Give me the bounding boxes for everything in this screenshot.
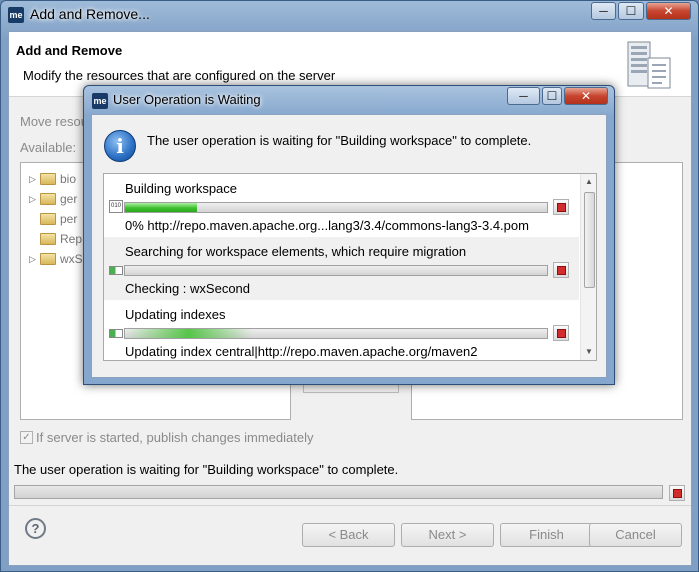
tree-item[interactable]: ▷ ger (29, 190, 77, 208)
progress-icon (109, 329, 123, 338)
dialog-maximize-button[interactable]: ☐ (542, 87, 562, 105)
job-progress-bar (124, 202, 548, 213)
tree-item[interactable]: Rep (29, 230, 82, 248)
job-name: Building workspace (125, 181, 238, 196)
status-message: The user operation is waiting for "Build… (14, 462, 399, 477)
stop-icon (556, 265, 566, 275)
info-icon: i (104, 130, 136, 162)
move-resources-label: Move resou (20, 114, 88, 129)
job-detail: 0% http://repo.maven.apache.org...lang3/… (125, 218, 529, 233)
expand-arrow-icon[interactable]: ▷ (29, 174, 40, 185)
title-bar[interactable]: me Add and Remove... ─ ☐ ✕ (1, 1, 698, 29)
job-row: Searching for workspace elements, which … (104, 237, 579, 300)
tree-item-label: per (60, 212, 78, 226)
tree-item[interactable]: per (29, 210, 77, 228)
job-row: Building workspace 010 0% http://repo.ma… (104, 174, 579, 237)
scroll-down-icon[interactable]: ▼ (581, 344, 596, 360)
tree-item[interactable]: ▷ wxS (29, 250, 83, 268)
dialog-body: i The user operation is waiting for "Bui… (91, 114, 607, 378)
minimize-button[interactable]: ─ (591, 2, 616, 20)
tree-item-label: wxS (60, 252, 83, 266)
cancel-button[interactable]: Cancel (589, 523, 682, 547)
job-stop-button[interactable] (553, 262, 569, 278)
project-folder-icon (40, 233, 56, 245)
stop-icon (556, 202, 566, 212)
main-stop-button[interactable] (669, 485, 685, 501)
job-progress-bar (124, 328, 548, 339)
publish-checkbox-row[interactable]: ✓ If server is started, publish changes … (20, 430, 313, 445)
job-progress-fill (125, 329, 252, 338)
dialog-message: The user operation is waiting for "Build… (147, 133, 532, 148)
project-folder-icon (40, 253, 56, 265)
project-folder-icon (40, 173, 56, 185)
server-icon (627, 41, 671, 89)
progress-icon (109, 266, 123, 275)
stop-icon (556, 328, 566, 338)
expand-arrow-icon[interactable]: ▷ (29, 194, 40, 205)
back-button[interactable]: < Back (302, 523, 395, 547)
available-label: Available: (20, 140, 77, 155)
scroll-up-icon[interactable]: ▲ (581, 174, 596, 190)
tree-item[interactable]: ▷ bio (29, 170, 76, 188)
expand-arrow-icon[interactable]: ▷ (29, 254, 40, 265)
job-name: Updating indexes (125, 307, 226, 322)
project-folder-icon (40, 213, 56, 225)
build-icon: 010 (109, 200, 123, 213)
window-title: Add and Remove... (30, 6, 150, 22)
maximize-button[interactable]: ☐ (618, 2, 644, 20)
tree-item-label: ger (60, 192, 78, 206)
next-button[interactable]: Next > (401, 523, 494, 547)
page-description: Modify the resources that are configured… (23, 68, 336, 83)
main-progress-bar (14, 485, 663, 499)
dialog-close-button[interactable]: ✕ (564, 87, 608, 105)
jobs-list[interactable]: Building workspace 010 0% http://repo.ma… (103, 173, 597, 361)
tree-item-label: bio (60, 172, 77, 186)
jobs-scrollbar[interactable]: ▲ ▼ (580, 174, 596, 360)
job-stop-button[interactable] (553, 325, 569, 341)
scroll-thumb[interactable] (584, 192, 595, 288)
dialog-minimize-button[interactable]: ─ (507, 87, 540, 105)
job-row: Updating indexes Updating index central|… (104, 300, 579, 360)
publish-checkbox-label: If server is started, publish changes im… (36, 430, 314, 445)
job-progress-bar (124, 265, 548, 276)
user-operation-dialog: me User Operation is Waiting ─ ☐ ✕ i The… (83, 85, 615, 385)
job-stop-button[interactable] (553, 199, 569, 215)
dialog-title: User Operation is Waiting (113, 92, 261, 107)
app-icon: me (8, 7, 24, 23)
stop-icon (672, 488, 682, 498)
button-bar-separator (9, 505, 691, 506)
job-progress-fill (125, 203, 197, 212)
help-icon[interactable]: ? (25, 518, 46, 539)
page-title: Add and Remove (16, 43, 123, 58)
finish-button[interactable]: Finish (500, 523, 593, 547)
close-button[interactable]: ✕ (646, 2, 691, 20)
publish-checkbox[interactable]: ✓ (20, 431, 33, 444)
app-icon: me (92, 93, 108, 109)
tree-item-label: Rep (60, 232, 83, 246)
project-folder-icon (40, 193, 56, 205)
job-detail: Checking : wxSecond (125, 281, 251, 296)
job-name: Searching for workspace elements, which … (125, 244, 467, 259)
job-detail: Updating index central|http://repo.maven… (125, 344, 478, 359)
